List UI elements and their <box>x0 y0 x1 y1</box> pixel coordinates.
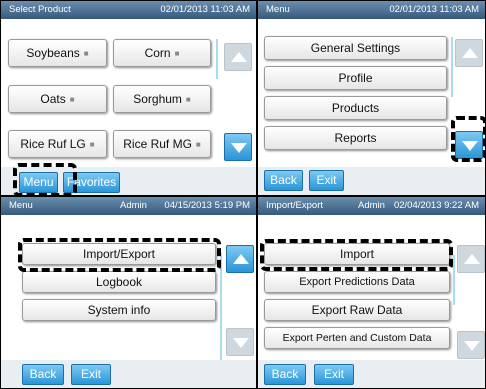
menu-item-general-settings[interactable]: General Settings <box>264 36 447 60</box>
screen-header: Select Product 02/01/2013 11:03 AM <box>1 1 256 19</box>
menu-item-reports[interactable]: Reports <box>264 126 447 150</box>
scroll-up-button[interactable] <box>455 39 483 67</box>
menu-item-logbook[interactable]: Logbook <box>22 271 216 293</box>
screen-body: General Settings Profile Products Report… <box>258 19 485 195</box>
scroll-track[interactable] <box>453 255 455 305</box>
back-button[interactable]: Back <box>264 364 306 385</box>
arrow-up-icon <box>462 48 478 58</box>
product-label: Oats <box>40 92 66 106</box>
highlight-scroll-down <box>451 116 485 162</box>
back-button[interactable]: Back <box>264 170 303 191</box>
product-button-soybeans[interactable]: Soybeans ■ <box>8 39 107 67</box>
screen-title: Menu <box>9 200 33 211</box>
exit-button[interactable]: Exit <box>309 170 344 191</box>
arrow-up-icon <box>231 52 247 62</box>
scroll-down-button[interactable] <box>224 133 252 161</box>
product-label: Rice Ruf LG <box>20 137 86 151</box>
menu-item-products[interactable]: Products <box>264 96 447 120</box>
scroll-up-button[interactable] <box>457 245 485 273</box>
product-label: Soybeans <box>26 46 80 60</box>
lock-icon: ■ <box>174 49 180 58</box>
exit-button[interactable]: Exit <box>71 364 111 385</box>
timestamp: 02/04/2013 9:22 AM <box>393 200 479 211</box>
arrow-up-icon <box>464 254 480 264</box>
lock-icon: ■ <box>89 140 95 149</box>
lock-icon: ■ <box>195 140 201 149</box>
lock-icon: ■ <box>83 49 89 58</box>
product-button-oats[interactable]: Oats ■ <box>8 85 107 113</box>
timestamp: 02/01/2013 11:03 AM <box>160 4 250 15</box>
menu-screen: Menu 02/01/2013 11:03 AM General Setting… <box>258 1 485 195</box>
screen-title: Select Product <box>9 4 71 15</box>
product-button-corn[interactable]: Corn ■ <box>113 39 211 67</box>
timestamp: 02/01/2013 11:03 AM <box>389 4 479 15</box>
admin-menu-screen: Menu Admin 04/15/2013 5:19 PM Import/Exp… <box>1 197 256 388</box>
screen-header: Menu Admin 04/15/2013 5:19 PM <box>1 197 256 215</box>
product-label: Sorghum <box>133 92 182 106</box>
lock-icon: ■ <box>69 95 75 104</box>
import-export-screen: Import/Export Admin 02/04/2013 9:22 AM I… <box>258 197 485 388</box>
menu-item-system-info[interactable]: System info <box>22 299 216 321</box>
scroll-track[interactable] <box>216 39 218 79</box>
scroll-track[interactable] <box>220 253 222 373</box>
screen-title: Import/Export <box>266 200 324 211</box>
lock-icon: ■ <box>185 95 191 104</box>
highlight-menu-button <box>13 163 77 195</box>
product-button-sorghum[interactable]: Sorghum ■ <box>113 85 211 113</box>
arrow-down-icon <box>464 341 480 351</box>
product-button-rice-ruf-lg[interactable]: Rice Ruf LG ■ <box>8 130 107 158</box>
product-button-rice-ruf-mg[interactable]: Rice Ruf MG ■ <box>113 130 211 158</box>
exit-button[interactable]: Exit <box>314 364 354 385</box>
product-label: Rice Ruf MG <box>123 137 192 151</box>
scroll-up-button[interactable] <box>226 245 254 273</box>
scroll-down-button[interactable] <box>226 328 254 356</box>
menu-item-profile[interactable]: Profile <box>264 66 447 90</box>
user-role: Admin <box>358 200 385 211</box>
arrow-down-icon <box>231 143 247 153</box>
scroll-track[interactable] <box>451 37 453 97</box>
screen-header: Import/Export Admin 02/04/2013 9:22 AM <box>258 197 485 215</box>
highlight-import-export <box>18 238 221 272</box>
user-role: Admin <box>120 200 147 211</box>
screen-header: Menu 02/01/2013 11:03 AM <box>258 1 485 19</box>
menu-item-export-predictions[interactable]: Export Predictions Data <box>264 271 450 293</box>
back-button[interactable]: Back <box>22 364 64 385</box>
arrow-up-icon <box>233 254 249 264</box>
menu-item-export-perten-custom[interactable]: Export Perten and Custom Data <box>264 327 450 349</box>
timestamp: 04/15/2013 5:19 PM <box>164 200 250 211</box>
screen-title: Menu <box>266 4 290 15</box>
product-label: Corn <box>144 46 171 60</box>
scroll-down-button[interactable] <box>457 331 485 359</box>
arrow-down-icon <box>233 338 249 348</box>
highlight-import <box>260 239 453 271</box>
scroll-up-button[interactable] <box>224 43 252 71</box>
menu-item-export-raw-data[interactable]: Export Raw Data <box>264 299 450 321</box>
select-product-screen: Select Product 02/01/2013 11:03 AM Soybe… <box>1 1 256 195</box>
